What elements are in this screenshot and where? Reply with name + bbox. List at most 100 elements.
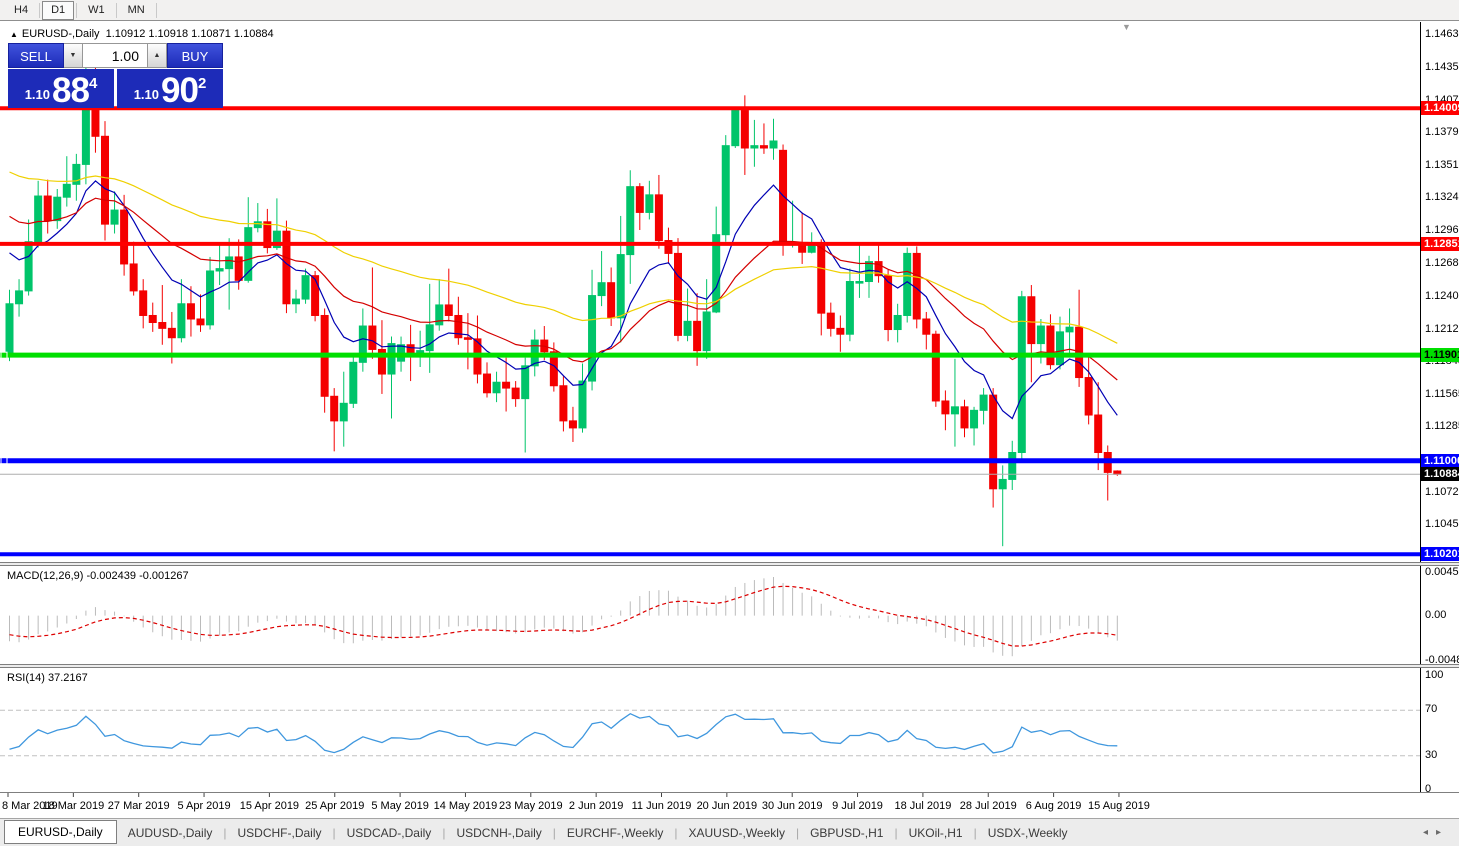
timeframe-button-h4[interactable]: H4 (5, 1, 37, 20)
rsi-axis: 100 70 30 0 (1421, 668, 1459, 795)
macd-canvas (9, 566, 1424, 664)
sell-price-pane[interactable]: 1.10 88 4 (8, 69, 114, 108)
rsi-tick-label: 70 (1425, 703, 1438, 716)
date-tick-label: 30 Jun 2019 (761, 800, 823, 812)
chart-tab-audusd-daily[interactable]: AUDUSD-,Daily (117, 822, 224, 844)
sell-button[interactable]: SELL (8, 43, 64, 68)
macd-axis: 0.0045170.00-0.004806 (1421, 566, 1459, 666)
macd-panel[interactable]: 0.0045170.00-0.004806 MACD(12,26,9) -0.0… (0, 566, 1459, 666)
bar-open: 1.10912 (105, 28, 146, 40)
timeframe-button-d1[interactable]: D1 (42, 0, 75, 20)
rsi-tick-label: 30 (1425, 748, 1438, 761)
chart-tab-gbpusd-h1[interactable]: GBPUSD-,H1 (799, 822, 894, 844)
timeframe-toolbar: H4 D1 W1 MN (0, 0, 1459, 21)
chart-tab-ukoil-h1[interactable]: UKOil-,H1 (898, 822, 974, 844)
price-tick-label: 1.12120 (1425, 322, 1459, 335)
toolbar-separator (115, 2, 117, 18)
date-tick-label: 15 Apr 2019 (239, 800, 300, 812)
macd-histogram (9, 576, 1118, 657)
level-price-badge: 1.11901 (1421, 348, 1459, 363)
level-price-badge: 1.14009 (1421, 101, 1459, 116)
date-tick-label: 15 Aug 2019 (1088, 800, 1150, 812)
price-tick-label: 1.10450 (1425, 518, 1459, 531)
date-tick-label: 2 Jun 2019 (568, 800, 624, 812)
date-tick-label: 28 Jul 2019 (959, 800, 1017, 812)
bar-low: 1.10871 (191, 28, 231, 40)
date-tick-label: 11 Jun 2019 (631, 800, 692, 812)
date-tick-label: 14 May 2019 (433, 800, 498, 812)
bar-close: 1.10884 (233, 28, 274, 40)
trading-terminal-window: H4D1W1MN 1.146351.143551.140751.137951.1… (0, 0, 1459, 846)
chart-tab-usdx-weekly[interactable]: USDX-,Weekly (977, 822, 1079, 844)
price-tick-label: 1.12960 (1425, 224, 1459, 237)
one-click-trade-widget: SELL ▼ ▲ BUY 1.10 88 4 1.10 90 2 (8, 43, 223, 108)
sell-price-prefix: 1.10 (24, 87, 51, 102)
price-tick-label: 1.11565 (1425, 387, 1459, 400)
date-tick-label: 18 Mar 2019 (42, 800, 105, 812)
level-handle (0, 457, 8, 465)
macd-tick-label: 0.004517 (1425, 566, 1459, 578)
date-tick-label: 5 Apr 2019 (177, 800, 231, 812)
bar-high: 1.10918 (148, 28, 189, 40)
buy-button[interactable]: BUY (167, 43, 223, 68)
toolbar-separator (39, 2, 41, 18)
date-tick-label: 23 May 2019 (498, 800, 563, 812)
rsi-canvas (0, 668, 1424, 792)
volume-input[interactable] (83, 43, 148, 68)
rsi-tick-label: 100 (1425, 669, 1444, 681)
chart-symbol-label: EURUSD-,Daily (21, 28, 100, 40)
scroll-to-end-icon[interactable]: ▼ (1122, 22, 1131, 32)
sell-price-big: 88 (52, 71, 90, 110)
tabs-scroll-left-icon[interactable]: ◂ (1423, 827, 1436, 838)
price-tick-label: 1.12400 (1425, 289, 1459, 302)
volume-decrease-button[interactable]: ▼ (64, 43, 83, 68)
price-tick-label: 1.13515 (1425, 159, 1459, 172)
buy-price-prefix: 1.10 (133, 87, 160, 102)
chart-tab-usdchf-daily[interactable]: USDCHF-,Daily (227, 822, 333, 844)
collapse-triangle-icon[interactable]: ▲ (10, 30, 18, 39)
chart-tab-usdcad-daily[interactable]: USDCAD-,Daily (336, 822, 443, 844)
buy-price-big: 90 (161, 71, 199, 110)
rsi-label: RSI(14) 37.2167 (7, 672, 88, 684)
date-tick-label: 27 Mar 2019 (107, 800, 170, 812)
sell-price-sup: 4 (88, 75, 98, 92)
chart-tab-usdcnh-daily[interactable]: USDCNH-,Daily (445, 822, 552, 844)
price-axis: 1.146351.143551.140751.137951.135151.132… (1421, 22, 1459, 563)
tabs-scroll-right-icon[interactable]: ▸ (1436, 827, 1449, 838)
chart-tab-eurusd-daily[interactable]: EURUSD-,Daily (4, 820, 117, 844)
price-tick-label: 1.10725 (1425, 485, 1459, 498)
rsi-line (9, 712, 1118, 754)
date-axis: 8 Mar 2019 18 Mar 2019 27 Mar 2019 5 Apr 20… (0, 792, 1459, 818)
current-price-badge: 1.10884 (1421, 467, 1459, 482)
buy-price-pane[interactable]: 1.10 90 2 (117, 69, 223, 108)
level-price-badge: 1.11000 (1421, 453, 1459, 468)
symbol-tabbar: EURUSD-,Daily AUDUSD-,Daily | USDCHF-,Daily… (0, 818, 1459, 846)
price-tick-label: 1.14635 (1425, 27, 1459, 40)
date-tick-label: 6 Aug 2019 (1025, 800, 1082, 812)
chart-title: ▲ EURUSD-,Daily 1.10912 1.10918 1.10871 1.10… (10, 28, 277, 40)
date-tick-label: 20 Jun 2019 (696, 800, 758, 812)
toolbar-separator (155, 2, 157, 18)
price-tick-label: 1.13240 (1425, 191, 1459, 204)
date-tick-label: 5 May 2019 (371, 800, 429, 812)
price-tick-label: 1.12680 (1425, 256, 1459, 269)
date-tick-label: 25 Apr 2019 (305, 800, 365, 812)
date-tick-label: 9 Jul 2019 (832, 800, 883, 812)
timeframe-button-mn[interactable]: MN (119, 1, 154, 20)
slow-ma-line (9, 171, 1118, 344)
main-chart-panel[interactable]: 1.146351.143551.140751.137951.135151.132… (0, 22, 1459, 563)
chart-tab-xauusd-weekly[interactable]: XAUUSD-,Weekly (677, 822, 795, 844)
macd-tick-label: 0.00 (1425, 608, 1447, 621)
level-price-badge: 1.12851 (1421, 236, 1459, 251)
date-tick-label: 18 Jul 2019 (894, 800, 952, 812)
buy-price-sup: 2 (197, 75, 207, 92)
level-handle (0, 351, 8, 359)
macd-label: MACD(12,26,9) -0.002439 -0.001267 (7, 570, 189, 582)
price-tick-label: 1.13795 (1425, 126, 1459, 139)
level-price-badge: 1.10201 (1421, 547, 1459, 562)
chart-tab-eurchf-weekly[interactable]: EURCHF-,Weekly (556, 822, 674, 844)
timeframe-button-w1[interactable]: W1 (79, 1, 114, 20)
volume-increase-button[interactable]: ▲ (148, 43, 167, 68)
toolbar-separator (76, 2, 78, 18)
rsi-panel[interactable]: 100 70 30 0 RSI(14) 37.2167 (0, 668, 1459, 795)
